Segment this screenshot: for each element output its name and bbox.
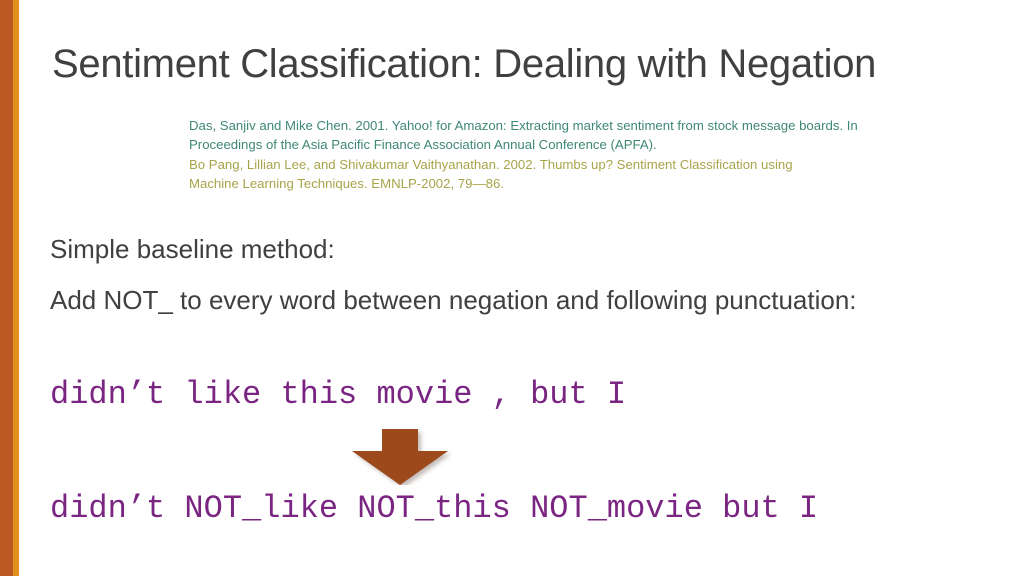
example-sentence-before: didn’t like this movie , but I: [50, 376, 627, 413]
example-sentence-after: didn’t NOT_like NOT_this NOT_movie but I: [50, 490, 819, 527]
citation-line: Bo Pang, Lillian Lee, and Shivakumar Vai…: [189, 156, 793, 172]
body-text-rule: Add NOT_ to every word between negation …: [50, 285, 857, 315]
slide-canvas: Sentiment Classification: Dealing with N…: [0, 0, 1024, 576]
left-accent-stripe-thin: [13, 0, 19, 576]
body-text-baseline-method: Simple baseline method:: [50, 234, 335, 264]
left-accent-stripe-wide: [0, 0, 13, 576]
citation-block: Das, Sanjiv and Mike Chen. 2001. Yahoo! …: [189, 116, 989, 194]
down-arrow-icon: [344, 429, 456, 485]
watermark: [34, 0, 154, 36]
citation-line: Das, Sanjiv and Mike Chen. 2001. Yahoo! …: [189, 118, 858, 133]
citation-line: Machine Learning Techniques. EMNLP-2002,…: [189, 176, 504, 192]
page-title: Sentiment Classification: Dealing with N…: [52, 42, 877, 86]
citation-line: Proceedings of the Asia Pacific Finance …: [189, 137, 657, 153]
